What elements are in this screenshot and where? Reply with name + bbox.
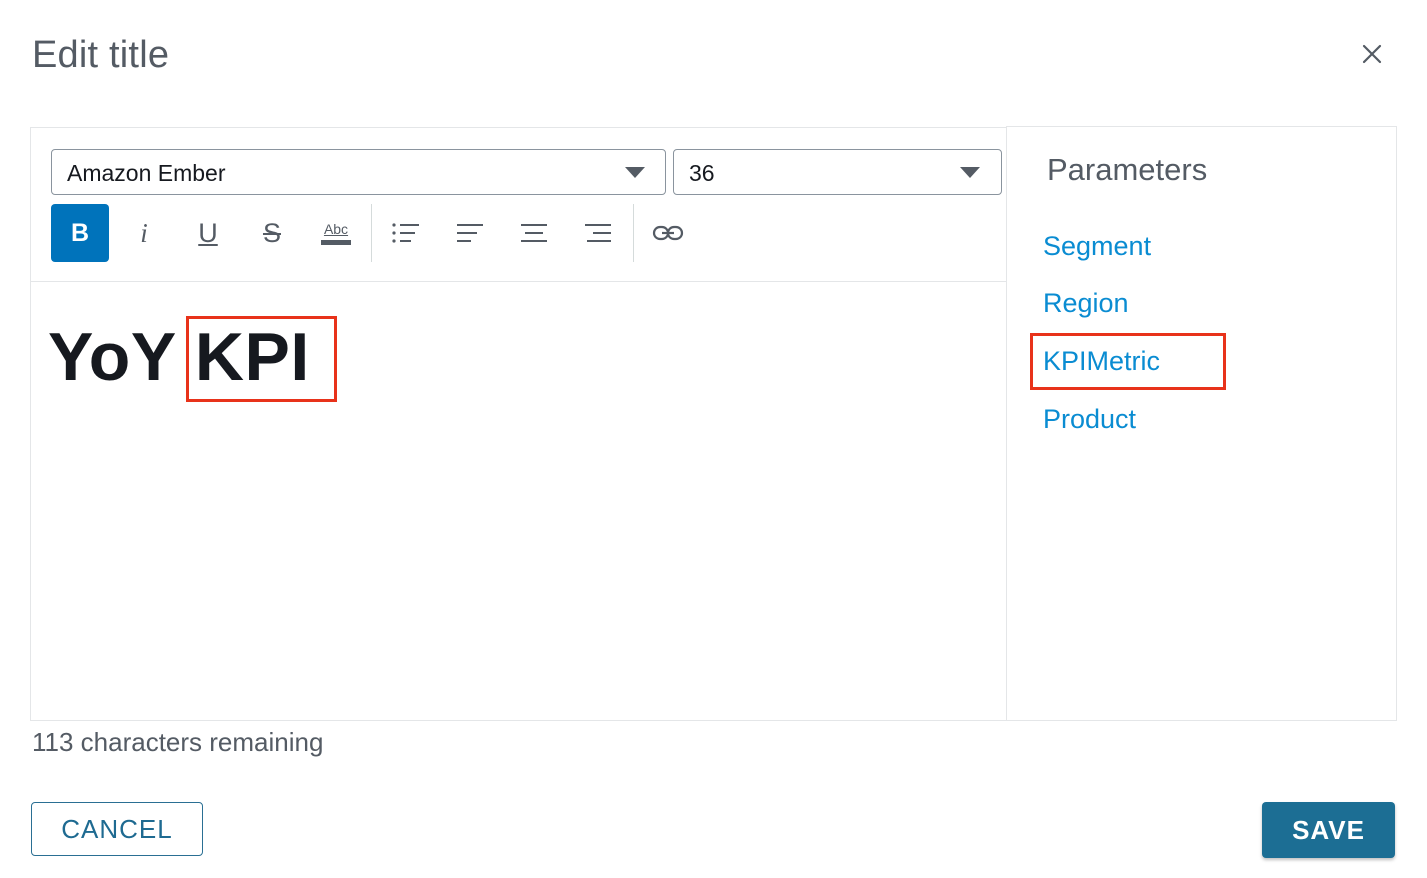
- align-right-icon: [583, 221, 613, 245]
- align-right-button[interactable]: [569, 204, 627, 262]
- italic-icon: i: [140, 218, 148, 249]
- text-color-label: Abc: [324, 221, 348, 237]
- rich-text-editor: Amazon Ember 36 B i U S: [30, 127, 1007, 721]
- bulleted-list-icon: [391, 221, 421, 245]
- font-family-select[interactable]: Amazon Ember: [51, 149, 666, 195]
- insert-link-button[interactable]: [639, 204, 697, 262]
- align-left-icon: [455, 221, 485, 245]
- title-text-kpi[interactable]: KPI: [195, 319, 310, 395]
- font-size-value: 36: [689, 160, 715, 187]
- underline-icon: U: [198, 218, 218, 249]
- align-center-button[interactable]: [505, 204, 563, 262]
- editor-toolbar: Amazon Ember 36 B i U S: [31, 128, 1008, 282]
- parameter-kpimetric[interactable]: KPIMetric: [1043, 346, 1160, 377]
- text-color-icon: Abc: [321, 221, 351, 245]
- bold-button[interactable]: B: [51, 204, 109, 262]
- link-icon: [652, 223, 684, 243]
- strikethrough-button[interactable]: S: [243, 204, 301, 262]
- title-text[interactable]: YoY KPI: [48, 318, 310, 396]
- save-button[interactable]: SAVE: [1262, 802, 1395, 858]
- editor-content[interactable]: YoY KPI: [31, 282, 1008, 720]
- close-icon[interactable]: [1356, 38, 1388, 70]
- chevron-down-icon: [960, 167, 980, 178]
- italic-button[interactable]: i: [115, 204, 173, 262]
- parameters-panel: Parameters Segment Region KPIMetric Prod…: [1006, 126, 1397, 721]
- characters-remaining: 113 characters remaining: [32, 727, 323, 758]
- font-family-value: Amazon Ember: [67, 160, 226, 187]
- cancel-button[interactable]: CANCEL: [31, 802, 203, 856]
- color-bar: [321, 240, 351, 245]
- chevron-down-icon: [625, 167, 645, 178]
- parameter-segment[interactable]: Segment: [1043, 231, 1151, 262]
- font-size-select[interactable]: 36: [673, 149, 1002, 195]
- parameter-product[interactable]: Product: [1043, 404, 1136, 435]
- strikethrough-icon: S: [263, 218, 281, 249]
- bulleted-list-button[interactable]: [377, 204, 435, 262]
- title-text-static: YoY: [48, 319, 195, 395]
- underline-button[interactable]: U: [179, 204, 237, 262]
- edit-title-dialog: Edit title Amazon Ember 36 B i: [0, 0, 1427, 878]
- bold-icon: B: [71, 219, 89, 248]
- align-left-button[interactable]: [441, 204, 499, 262]
- dialog-title: Edit title: [32, 34, 169, 77]
- toolbar-divider: [371, 204, 372, 262]
- parameters-title: Parameters: [1047, 152, 1207, 188]
- parameter-region[interactable]: Region: [1043, 288, 1129, 319]
- toolbar-divider: [633, 204, 634, 262]
- text-color-button[interactable]: Abc: [307, 204, 365, 262]
- align-center-icon: [519, 221, 549, 245]
